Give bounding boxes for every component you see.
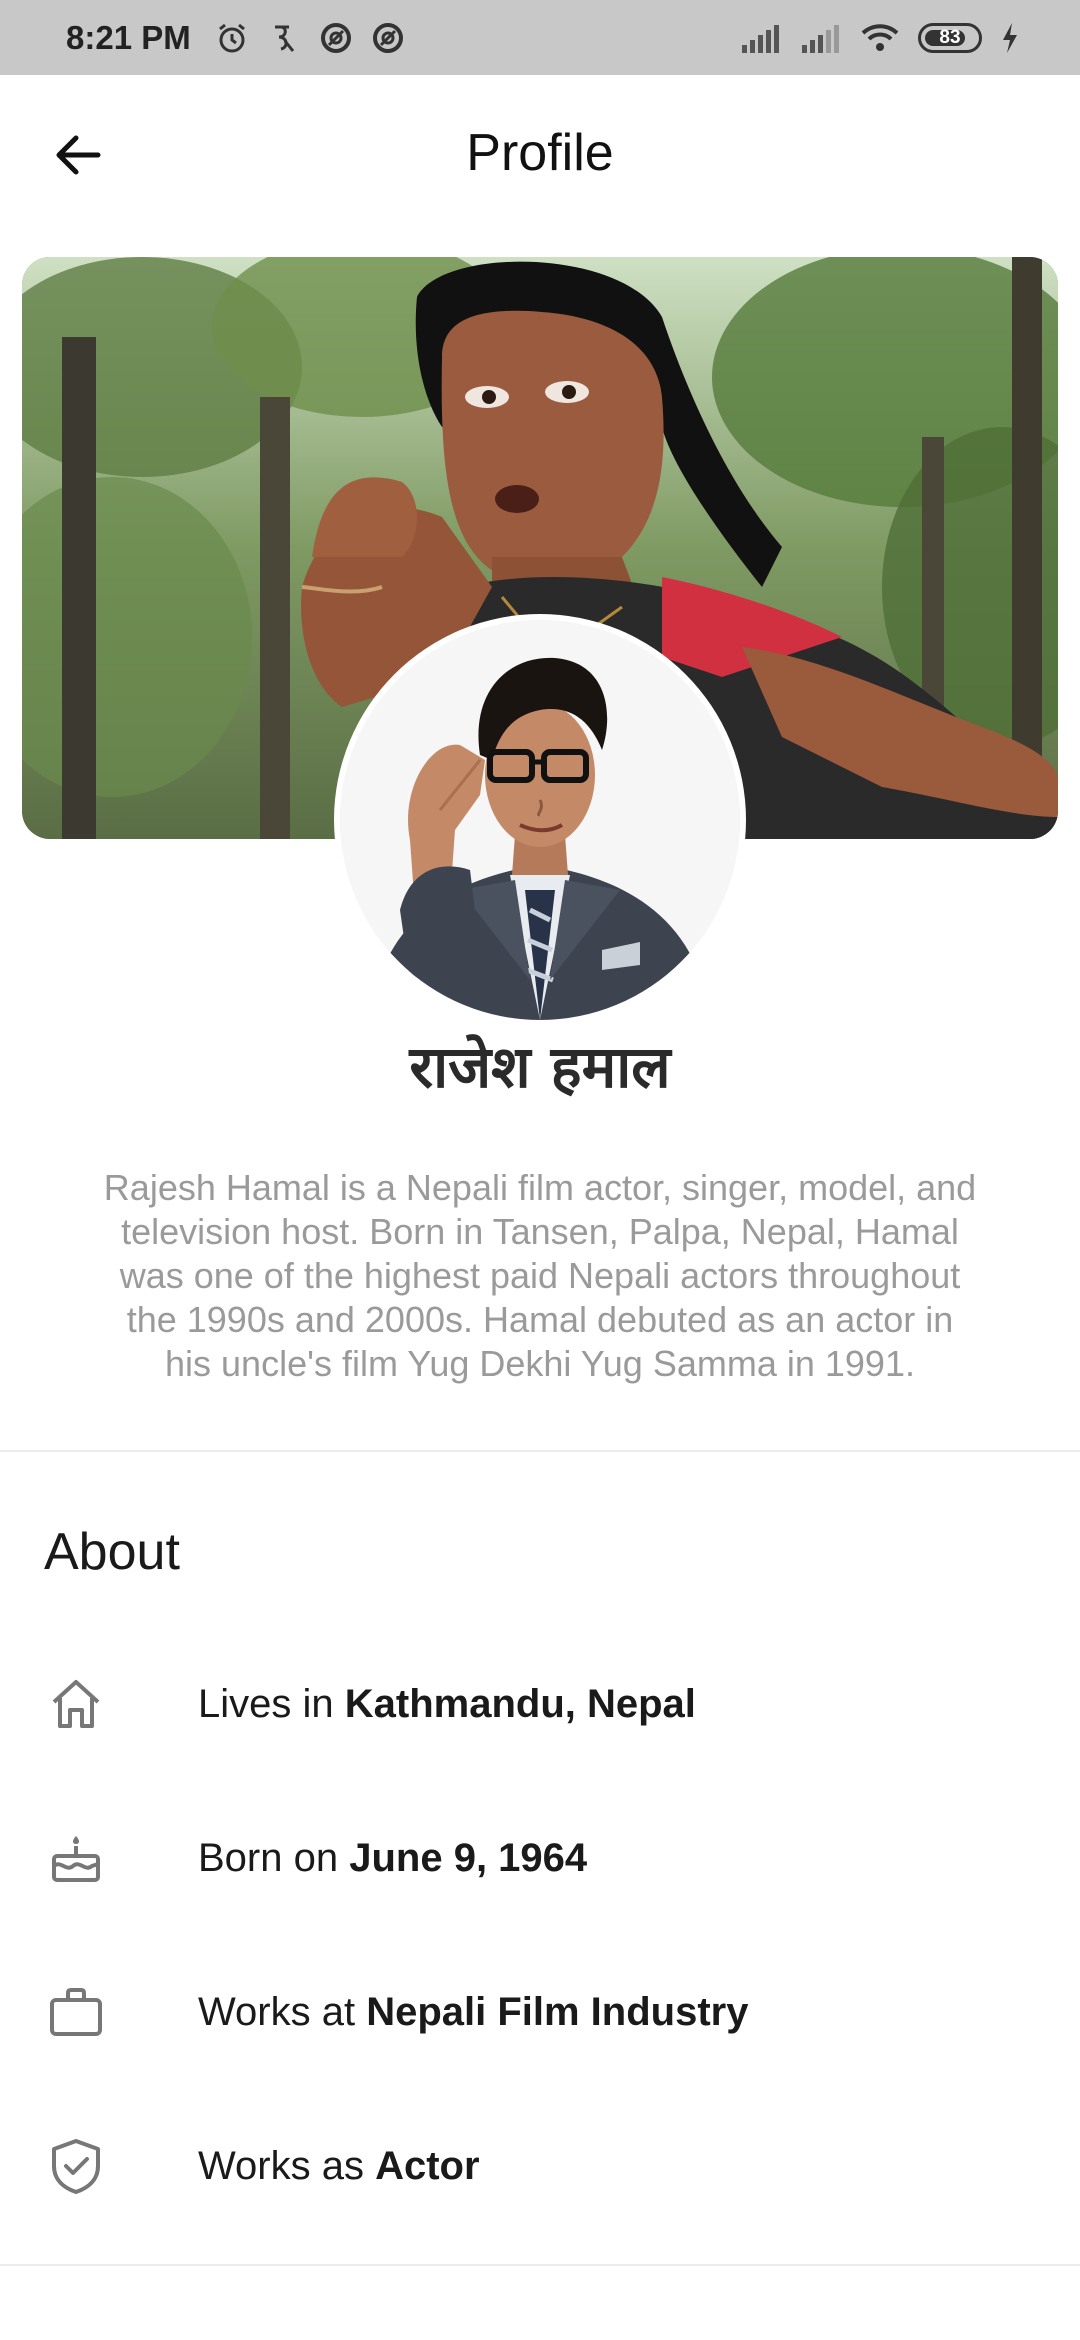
about-value: June 9, 1964: [349, 1835, 588, 1880]
battery-level: 83: [939, 26, 961, 48]
about-prefix: Works at: [198, 1989, 367, 2034]
about-item-born-on: Born on June 9, 1964: [0, 1798, 1080, 1918]
about-text-lives-in: Lives in Kathmandu, Nepal: [198, 1682, 696, 1727]
about-prefix: Lives in: [198, 1681, 345, 1726]
divider-bottom: [0, 2264, 1080, 2266]
about-text-works-as: Works as Actor: [198, 2144, 480, 2189]
about-text-born-on: Born on June 9, 1964: [198, 1836, 587, 1881]
birthday-cake-icon: [52, 1836, 100, 1882]
about-value: Nepali Film Industry: [366, 1989, 749, 2034]
home-icon: [52, 1680, 100, 1728]
vpn-icon-2: [372, 22, 403, 53]
alarm-icon: [218, 23, 245, 52]
app-bar: Profile: [0, 75, 1080, 233]
signal-icon-2: [802, 24, 839, 53]
about-value: Kathmandu, Nepal: [344, 1681, 696, 1726]
battery-indicator: 83: [918, 22, 982, 53]
status-right: 83: [740, 21, 1020, 55]
about-item-works-as: Works as Actor: [0, 2106, 1080, 2226]
about-prefix: Works as: [198, 2143, 376, 2188]
vpn-icon: [320, 22, 351, 53]
page-title: Profile: [466, 124, 614, 182]
profile-bio: Rajesh Hamal is a Nepali film actor, sin…: [103, 1167, 977, 1384]
status-bar: 8:21 PM 83: [0, 0, 1080, 75]
avatar-photo: [340, 620, 740, 1020]
signal-icon: [742, 24, 779, 53]
profile-name: राजेश हमाल: [409, 1033, 671, 1101]
about-heading: About: [44, 1523, 180, 1581]
about-value: Actor: [375, 2143, 480, 2188]
avatar-image: [340, 620, 740, 1020]
wifi-icon: [861, 23, 899, 51]
charging-icon: [1003, 22, 1017, 53]
briefcase-icon: [50, 1988, 102, 2036]
status-left: 8:21 PM: [66, 19, 405, 57]
about-prefix: Born on: [198, 1835, 350, 1880]
avatar[interactable]: [334, 614, 746, 1026]
shield-check-icon: [52, 2139, 100, 2194]
app-notification-icon: [274, 25, 294, 52]
about-item-lives-in: Lives in Kathmandu, Nepal: [0, 1644, 1080, 1764]
divider: [0, 1450, 1080, 1452]
status-time: 8:21 PM: [66, 18, 191, 56]
about-item-works-at: Works at Nepali Film Industry: [0, 1952, 1080, 2072]
about-text-works-at: Works at Nepali Film Industry: [198, 1990, 748, 2035]
